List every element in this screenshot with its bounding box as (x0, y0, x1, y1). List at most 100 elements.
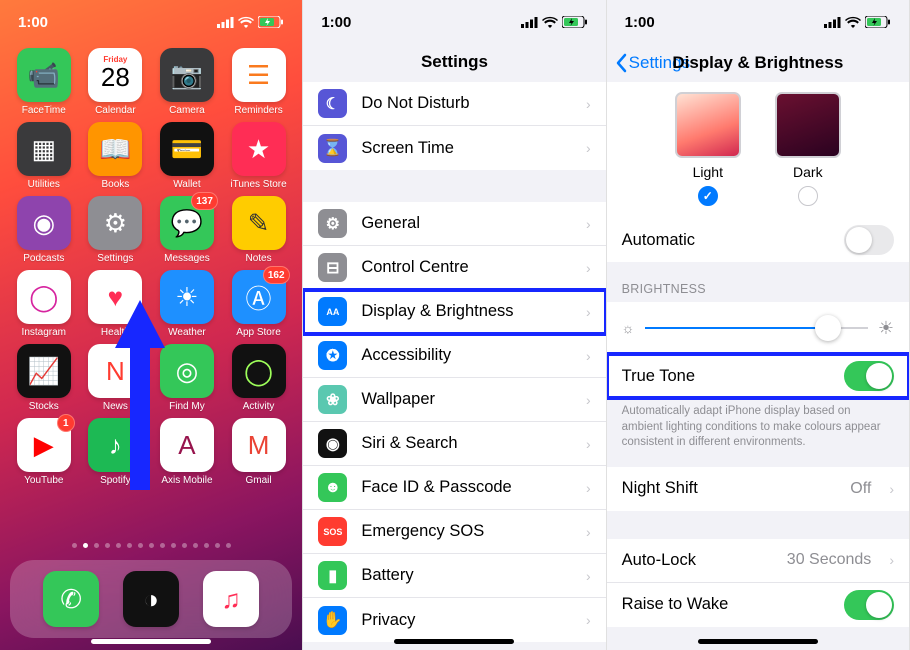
back-button[interactable]: Settings (615, 53, 690, 73)
row-label: Wallpaper (361, 390, 572, 409)
settings-row-emergency-sos[interactable]: SOSEmergency SOS› (303, 510, 605, 554)
slider-thumb[interactable] (815, 315, 841, 341)
app-weather[interactable]: ☀Weather (153, 270, 221, 338)
app-calendar[interactable]: Friday28Calendar (82, 48, 150, 116)
row-icon: ⊟ (318, 253, 347, 282)
app-label: YouTube (24, 475, 63, 486)
app-podcasts[interactable]: ◉Podcasts (10, 196, 78, 264)
signal-icon (521, 17, 538, 28)
row-label: Face ID & Passcode (361, 478, 572, 497)
chevron-right-icon: › (586, 96, 591, 112)
automatic-row[interactable]: Automatic (607, 218, 909, 262)
sun-high-icon: ☀ (878, 318, 894, 339)
app-utilities[interactable]: ▦Utilities (10, 122, 78, 190)
row-label: Control Centre (361, 258, 572, 277)
settings-row-do-not-disturb[interactable]: ☾Do Not Disturb› (303, 82, 605, 126)
radio-dark[interactable] (798, 186, 818, 206)
row-auto-lock[interactable]: Auto-Lock30 Seconds› (607, 539, 909, 583)
dark-preview-icon (775, 92, 841, 158)
brightness-slider[interactable] (645, 327, 868, 329)
app-label: Axis Mobile (161, 475, 212, 486)
page-dot[interactable] (116, 543, 121, 548)
app-books[interactable]: 📖Books (82, 122, 150, 190)
app-news[interactable]: NNews (82, 344, 150, 412)
settings-row-general[interactable]: ⚙General› (303, 202, 605, 246)
home-indicator[interactable] (91, 639, 211, 644)
app-settings[interactable]: ⚙Settings (82, 196, 150, 264)
status-bar: 1:00 (303, 0, 605, 44)
settings-row-wallpaper[interactable]: ❀Wallpaper› (303, 378, 605, 422)
row-value: 30 Seconds (787, 551, 872, 569)
page-dot[interactable] (105, 543, 110, 548)
app-icon: 📹 (17, 48, 71, 102)
row-label: Auto-Lock (622, 551, 773, 570)
app-spotify[interactable]: ♪Spotify (82, 418, 150, 486)
true-tone-row[interactable]: True Tone (607, 354, 909, 398)
home-indicator[interactable] (698, 639, 818, 644)
settings-row-display-brightness[interactable]: AADisplay & Brightness› (303, 290, 605, 334)
app-health[interactable]: ♥Health (82, 270, 150, 338)
page-dot[interactable] (171, 543, 176, 548)
theme-light[interactable]: Light (675, 92, 741, 206)
brightness-slider-row[interactable]: ☼ ☀ (607, 302, 909, 354)
dock-app-music[interactable]: ♫ (203, 571, 259, 627)
row-icon: ⚙ (318, 209, 347, 238)
app-stocks[interactable]: 📈Stocks (10, 344, 78, 412)
home-indicator[interactable] (394, 639, 514, 644)
settings-list: ☾Do Not Disturb›⌛Screen Time› ⚙ General › ⊟ C… (303, 82, 605, 650)
app-find-my[interactable]: ◎Find My (153, 344, 221, 412)
settings-row-accessibility[interactable]: ✪Accessibility› (303, 334, 605, 378)
app-axis-mobile[interactable]: AAxis Mobile (153, 418, 221, 486)
app-instagram[interactable]: ◯Instagram (10, 270, 78, 338)
page-dots[interactable] (0, 543, 302, 548)
row-label: General (361, 214, 572, 233)
page-dot[interactable] (182, 543, 187, 548)
app-itunes-store[interactable]: ★iTunes Store (225, 122, 293, 190)
page-dot[interactable] (215, 543, 220, 548)
page-title: Settings (303, 44, 605, 82)
row-night-shift[interactable]: Night ShiftOff› (607, 467, 909, 511)
settings-row-siri-search[interactable]: ◉Siri & Search› (303, 422, 605, 466)
brightness-header: BRIGHTNESS (607, 262, 909, 302)
app-facetime[interactable]: 📹FaceTime (10, 48, 78, 116)
app-camera[interactable]: 📷Camera (153, 48, 221, 116)
page-dot[interactable] (138, 543, 143, 548)
settings-row-screen-time[interactable]: ⌛Screen Time› (303, 126, 605, 170)
page-dot[interactable] (226, 543, 231, 548)
toggle[interactable] (844, 590, 894, 620)
radio-light[interactable] (698, 186, 718, 206)
page-dot[interactable] (72, 543, 77, 548)
settings-row-face-id-passcode[interactable]: ☻Face ID & Passcode› (303, 466, 605, 510)
app-wallet[interactable]: 💳Wallet (153, 122, 221, 190)
app-app-store[interactable]: Ⓐ162App Store (225, 270, 293, 338)
page-dot[interactable] (160, 543, 165, 548)
automatic-toggle[interactable] (844, 225, 894, 255)
app-gmail[interactable]: MGmail (225, 418, 293, 486)
app-messages[interactable]: 💬137Messages (153, 196, 221, 264)
app-activity[interactable]: ◯ Activity (225, 344, 293, 412)
nav-bar: Settings Display & Brightness (607, 44, 909, 82)
app-notes[interactable]: ✎Notes (225, 196, 293, 264)
page-dot[interactable] (127, 543, 132, 548)
settings-row-control-centre[interactable]: ⊟Control Centre› (303, 246, 605, 290)
row-icon: ❀ (318, 385, 347, 414)
page-dot[interactable] (204, 543, 209, 548)
row-raise-to-wake[interactable]: Raise to Wake (607, 583, 909, 627)
settings-row-battery[interactable]: ▮Battery› (303, 554, 605, 598)
dock-app-phone[interactable]: ✆ (43, 571, 99, 627)
theme-dark[interactable]: Dark (775, 92, 841, 206)
app-icon: ◯ (232, 344, 286, 398)
page-dot[interactable] (149, 543, 154, 548)
app-youtube[interactable]: ▶1YouTube (10, 418, 78, 486)
app-label: Activity (243, 401, 275, 412)
wifi-icon (845, 16, 861, 28)
app-reminders[interactable]: ☰Reminders (225, 48, 293, 116)
page-dot[interactable] (94, 543, 99, 548)
app-label: Weather (168, 327, 206, 338)
page-dot[interactable] (83, 543, 88, 548)
dock-app-face-id[interactable]: ◑ (123, 571, 179, 627)
page-dot[interactable] (193, 543, 198, 548)
true-tone-toggle[interactable] (844, 361, 894, 391)
settings-row-privacy[interactable]: ✋Privacy› (303, 598, 605, 642)
app-icon: ♪ (88, 418, 142, 472)
